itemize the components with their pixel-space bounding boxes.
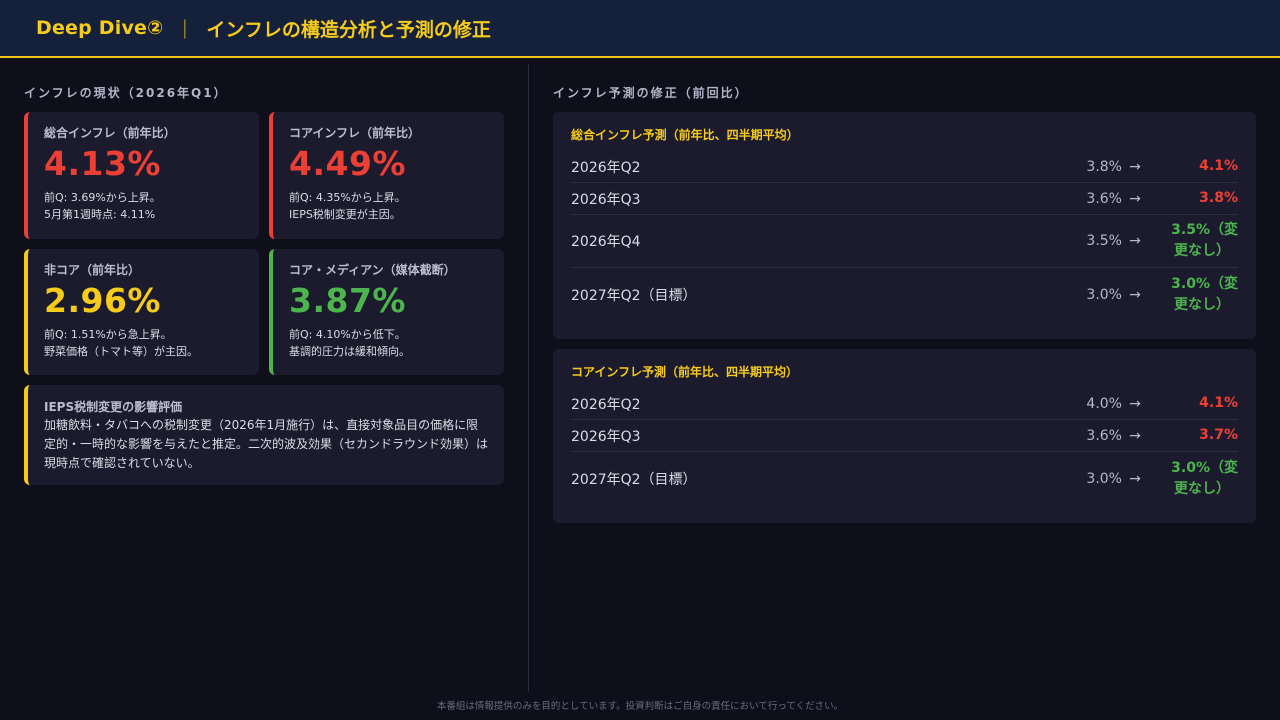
current-inflation-label: インフレの現状（2026年Q1） xyxy=(24,86,228,100)
card-note: 5月第1週時点: 4.11% xyxy=(44,207,156,221)
row-prev-value: 3.6% xyxy=(1086,427,1122,444)
row-label: 2026年Q2 xyxy=(571,396,641,413)
row-label: 2026年Q3 xyxy=(571,191,641,208)
column-divider xyxy=(528,64,529,692)
panel-title: 総合インフレ予測（前年比、四半期平均） xyxy=(571,128,799,142)
table-row: 2026年Q2 3.8% → 4.1% xyxy=(571,151,1238,183)
table-row: 2027年Q2（目標） 3.0% → 3.0%（変 更なし） xyxy=(571,268,1238,321)
card-note: 前Q: 3.69%から上昇。 xyxy=(44,190,161,204)
card-note: 前Q: 4.35%から上昇。 xyxy=(289,190,406,204)
row-new-value: 3.5%（変 更なし） xyxy=(1171,222,1238,259)
header-separator: ｜ xyxy=(175,18,195,41)
arrow-icon: → xyxy=(1129,158,1141,175)
table-row: 2027年Q2（目標） 3.0% → 3.0%（変 更なし） xyxy=(571,452,1238,505)
disclaimer-footer: 本番組は情報提供のみを目的としています。投資判断はご自身の責任において行ってくだ… xyxy=(436,701,844,712)
ieps-assessment-card: IEPS税制変更の影響評価 加糖飲料・タバコへの税制変更（2026年1月施行）は… xyxy=(24,385,504,485)
row-prev-value: 3.0% xyxy=(1086,286,1122,303)
arrow-icon: → xyxy=(1129,190,1141,207)
row-new-value: 3.0%（変 更なし） xyxy=(1171,275,1238,313)
card-value: 4.13% xyxy=(44,144,161,183)
row-label: 2027年Q2（目標） xyxy=(571,287,697,304)
row-prev-value: 3.8% xyxy=(1086,158,1122,175)
card-note: 前Q: 1.51%から急上昇。 xyxy=(44,327,172,341)
row-label: 2027年Q2（目標） xyxy=(571,471,697,488)
card-title: コア・メディアン（媒体截断） xyxy=(289,263,456,277)
card-note: 前Q: 4.10%から低下。 xyxy=(289,327,406,341)
header-bar: Deep Dive② ｜ インフレの構造分析と予測の修正 xyxy=(0,0,1280,58)
card-value: 2.96% xyxy=(44,281,161,320)
row-prev-value: 3.6% xyxy=(1086,190,1122,207)
assessment-title: IEPS税制変更の影響評価 xyxy=(44,400,183,414)
card-value: 4.49% xyxy=(289,144,406,183)
headline-forecast-panel: 総合インフレ予測（前年比、四半期平均） 2026年Q2 3.8% → 4.1% … xyxy=(553,112,1256,339)
card-note: 基調的圧力は緩和傾向。 xyxy=(289,344,410,358)
arrow-icon: → xyxy=(1129,286,1141,303)
arrow-icon: → xyxy=(1129,427,1141,444)
headline-inflation-card: 総合インフレ（前年比） 4.13% 前Q: 3.69%から上昇。 5月第1週時点… xyxy=(24,112,259,239)
row-new-value: 3.0%（変 更なし） xyxy=(1171,459,1238,497)
card-title: 総合インフレ（前年比） xyxy=(44,126,176,140)
arrow-icon: → xyxy=(1129,470,1141,487)
core-median-card: コア・メディアン（媒体截断） 3.87% 前Q: 4.10%から低下。 基調的圧… xyxy=(269,249,504,375)
card-value: 3.87% xyxy=(289,281,406,320)
card-note: 野菜価格（トマト等）が主因。 xyxy=(44,344,198,358)
header-title: Deep Dive② xyxy=(36,17,164,39)
row-label: 2026年Q3 xyxy=(571,428,641,445)
card-note: IEPS税制変更が主因。 xyxy=(289,207,401,221)
row-prev-value: 3.0% xyxy=(1086,470,1122,487)
table-row: 2026年Q4 3.5% → 3.5%（変 更なし） xyxy=(571,215,1238,268)
row-prev-value: 3.5% xyxy=(1086,233,1122,249)
non-core-card: 非コア（前年比） 2.96% 前Q: 1.51%から急上昇。 野菜価格（トマト等… xyxy=(24,249,259,375)
row-prev-value: 4.0% xyxy=(1086,395,1122,412)
row-new-value: 3.8% xyxy=(1199,190,1238,206)
core-forecast-panel: コアインフレ予測（前年比、四半期平均） 2026年Q2 4.0% → 4.1% … xyxy=(553,349,1256,523)
card-title: コアインフレ（前年比） xyxy=(289,126,421,140)
assessment-body: 加糖飲料・タバコへの税制変更（2026年1月施行）は、直接対象品目の価格に限定的… xyxy=(44,418,489,470)
table-row: 2026年Q3 3.6% → 3.8% xyxy=(571,183,1238,215)
header-subtitle: インフレの構造分析と予測の修正 xyxy=(206,18,491,41)
table-row: 2026年Q2 4.0% → 4.1% xyxy=(571,388,1238,420)
row-new-value: 4.1% xyxy=(1199,158,1238,174)
table-row: 2026年Q3 3.6% → 3.7% xyxy=(571,420,1238,452)
row-label: 2026年Q2 xyxy=(571,159,641,176)
forecast-revision-label: インフレ予測の修正（前回比） xyxy=(553,86,749,100)
row-label: 2026年Q4 xyxy=(571,234,641,250)
row-new-value: 4.1% xyxy=(1199,395,1238,411)
panel-title: コアインフレ予測（前年比、四半期平均） xyxy=(571,365,799,379)
card-title: 非コア（前年比） xyxy=(44,263,141,277)
arrow-icon: → xyxy=(1129,233,1141,249)
row-new-value: 3.7% xyxy=(1199,427,1238,443)
arrow-icon: → xyxy=(1129,395,1141,412)
core-inflation-card: コアインフレ（前年比） 4.49% 前Q: 4.35%から上昇。 IEPS税制変… xyxy=(269,112,504,239)
